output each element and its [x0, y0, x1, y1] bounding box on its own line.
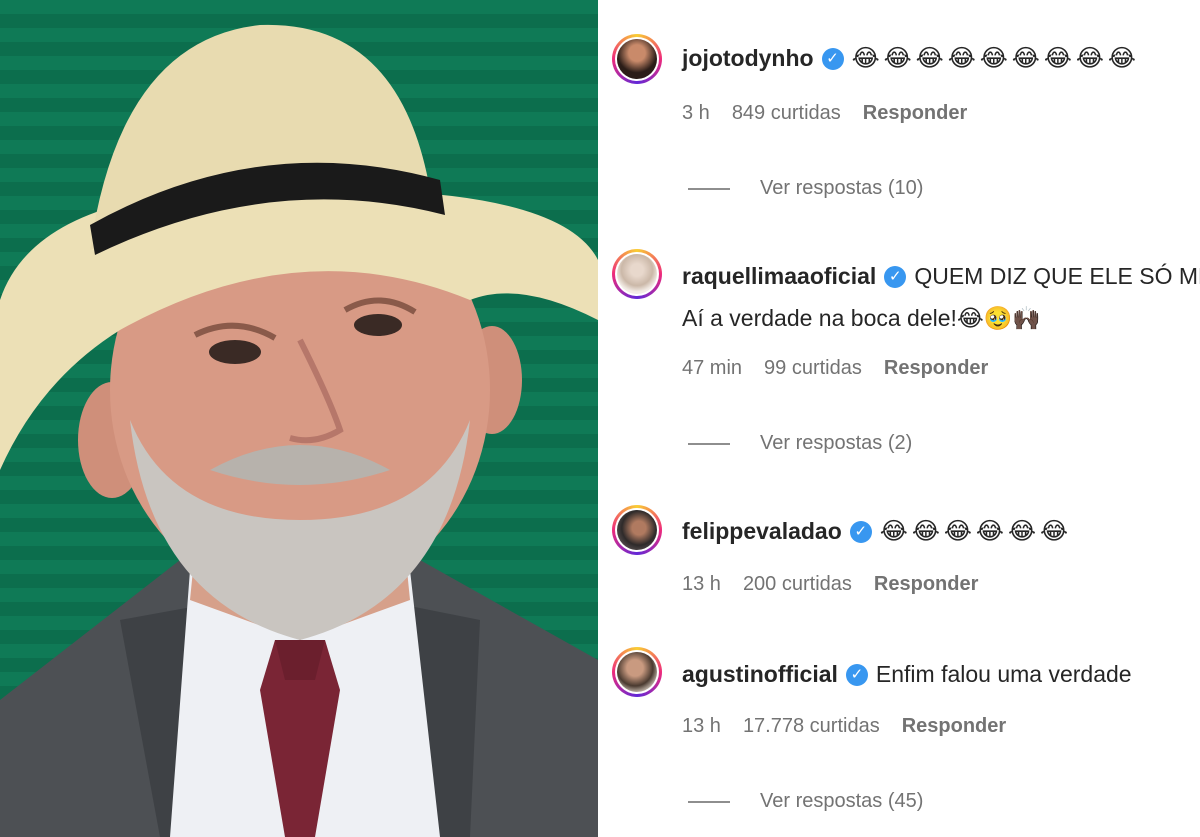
view-replies-button[interactable]: Ver respostas (45) — [688, 790, 923, 813]
avatar-image — [617, 39, 657, 79]
replies-dash — [688, 442, 730, 445]
comment-username[interactable]: agustinofficial — [682, 661, 838, 688]
comment-likes[interactable]: 17.778 curtidas — [743, 715, 880, 738]
avatar-image — [617, 652, 657, 692]
comment-likes[interactable]: 99 curtidas — [764, 357, 862, 380]
view-replies-label: Ver respostas (45) — [760, 790, 924, 812]
comment-emoji: 😂😂😂😂😂😂😂😂😂 — [851, 45, 1140, 72]
comment-likes[interactable]: 200 curtidas — [743, 573, 852, 596]
view-replies-button[interactable]: Ver respostas (10) — [688, 177, 923, 200]
view-replies-label: Ver respostas (2) — [760, 432, 913, 454]
comment-time: 13 h — [682, 573, 721, 595]
portrait-illustration — [0, 24, 598, 837]
avatar[interactable] — [612, 647, 662, 697]
comment-time: 3 h — [682, 102, 710, 124]
reply-button[interactable]: Responder — [902, 715, 1006, 738]
avatar-image — [617, 510, 657, 550]
comment-username[interactable]: felippevaladao — [682, 518, 842, 545]
verified-badge-icon: ✓ — [845, 663, 868, 686]
avatar[interactable] — [612, 505, 662, 555]
reply-button[interactable]: Responder — [863, 102, 967, 125]
verified-badge-icon: ✓ — [849, 520, 872, 543]
avatar[interactable] — [612, 34, 662, 84]
verified-badge-icon: ✓ — [884, 265, 907, 288]
comments-panel: jojotodynho ✓ 😂😂😂😂😂😂😂😂😂 3 h 849 curtidas… — [604, 0, 1200, 837]
comment-likes[interactable]: 849 curtidas — [732, 102, 841, 125]
comment-text-line2: Aí a verdade na boca dele!😂🥹🙌🏿 — [682, 305, 1042, 331]
comment-username[interactable]: raquellimaaoficial — [682, 263, 876, 290]
avatar[interactable] — [612, 249, 662, 299]
view-replies-label: Ver respostas (10) — [760, 177, 924, 199]
comment-time: 47 min — [682, 357, 743, 379]
reply-button[interactable]: Responder — [874, 573, 978, 596]
verified-badge-icon: ✓ — [821, 47, 844, 70]
replies-dash — [688, 187, 730, 190]
view-replies-button[interactable]: Ver respostas (2) — [688, 432, 912, 455]
reply-button[interactable]: Responder — [884, 357, 988, 380]
comment-text: QUEM DIZ QUE ELE SÓ ME — [914, 263, 1200, 289]
comment-username[interactable]: jojotodynho — [682, 45, 814, 72]
replies-dash — [688, 800, 730, 803]
photo-panel — [0, 0, 598, 837]
comment-text: Enfim falou uma verdade — [875, 661, 1132, 687]
comment-emoji: 😂😂😂😂😂😂 — [879, 518, 1073, 545]
comment-time: 13 h — [682, 715, 721, 737]
avatar-image — [617, 254, 657, 294]
